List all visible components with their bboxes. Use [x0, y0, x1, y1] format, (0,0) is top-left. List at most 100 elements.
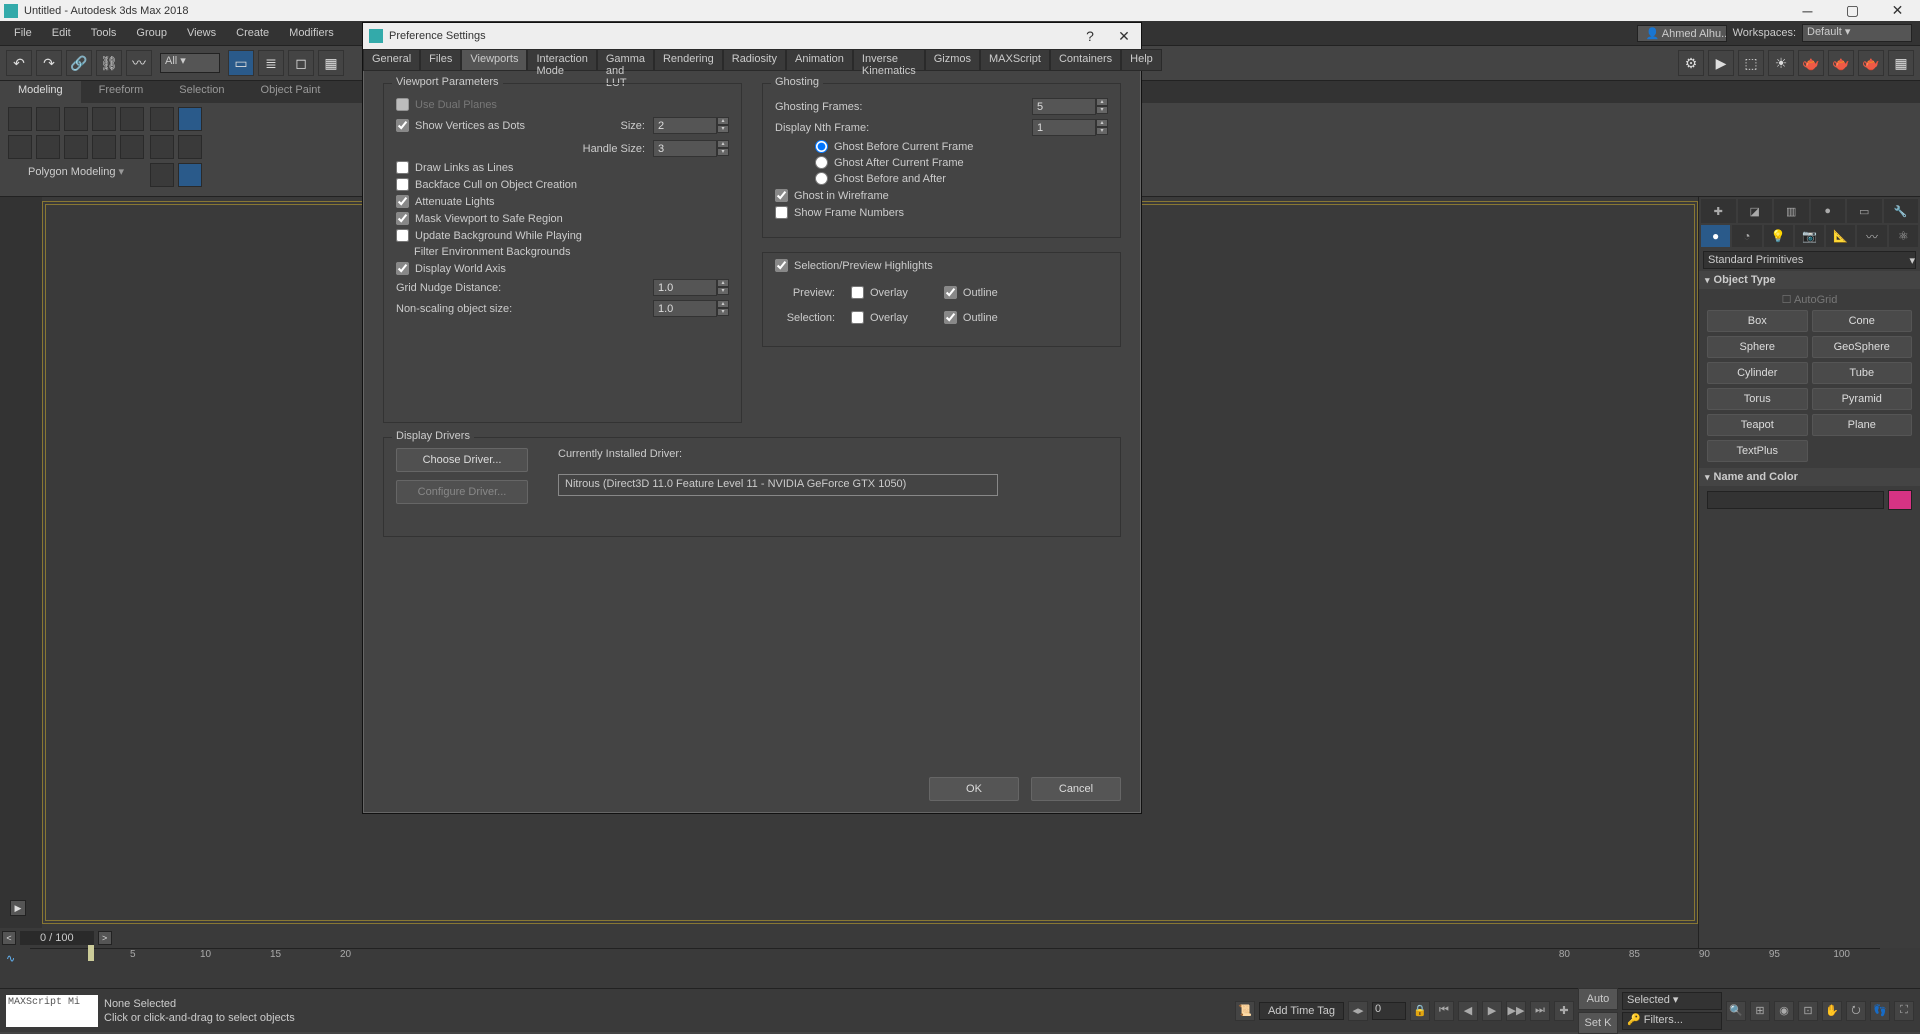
ribbon-btn-9[interactable] [92, 135, 116, 159]
cmd-sub-systems[interactable]: ⚛ [1889, 225, 1918, 247]
ribbon-btn-10[interactable] [120, 135, 144, 159]
menu-tools[interactable]: Tools [81, 24, 127, 42]
next-frame-button[interactable]: ▶▶ [1506, 1001, 1526, 1021]
chk-mask-viewport[interactable]: Mask Viewport to Safe Region [396, 212, 729, 225]
play-button[interactable]: ▶ [1482, 1001, 1502, 1021]
nav-zoom-ext-icon[interactable]: ⊡ [1798, 1001, 1818, 1021]
obj-btn-tube[interactable]: Tube [1812, 362, 1913, 384]
ribbon-side-6[interactable] [178, 163, 202, 187]
track-left-button[interactable]: < [2, 931, 16, 945]
nav-max-icon[interactable]: ⛶ [1894, 1001, 1914, 1021]
nonscaling-spinner[interactable]: ▴▾ [653, 300, 729, 317]
timeline-ruler[interactable]: 5 10 15 20 80 85 90 95 100 [30, 948, 1880, 970]
dlg-tab-viewports[interactable]: Viewports [461, 49, 527, 71]
cmd-tab-create[interactable]: ✚ [1701, 199, 1736, 223]
chk-show-frame-nums[interactable]: Show Frame Numbers [775, 206, 1108, 219]
ribbon-btn-2[interactable] [36, 107, 60, 131]
chk-show-vertices[interactable]: Show Vertices as Dots [396, 119, 613, 132]
timeline-wave-icon[interactable]: ∿ [6, 952, 20, 966]
obj-btn-cone[interactable]: Cone [1812, 310, 1913, 332]
select-by-name-button[interactable]: ≣ [258, 50, 284, 76]
autogrid-checkbox[interactable]: ☐ AutoGrid [1699, 289, 1920, 310]
nav-zoom-icon[interactable]: 🔍 [1726, 1001, 1746, 1021]
toolbar-icon-1[interactable]: ⬚ [1738, 50, 1764, 76]
rollout-name-color[interactable]: Name and Color [1699, 468, 1920, 486]
current-frame-input[interactable]: 0 [1372, 1002, 1406, 1020]
nav-zoom-all-icon[interactable]: ⊞ [1750, 1001, 1770, 1021]
ribbon-group-label[interactable]: Polygon Modeling [8, 163, 144, 178]
radio-ghost-both[interactable]: Ghost Before and After [815, 172, 1108, 185]
chk-filter-env[interactable]: Filter Environment Backgrounds [414, 246, 729, 258]
dialog-help-button[interactable]: ? [1073, 23, 1107, 49]
ribbon-btn-3[interactable] [64, 107, 88, 131]
ribbon-btn-7[interactable] [36, 135, 60, 159]
timeline-slider[interactable] [88, 945, 94, 961]
chk-preview-outline[interactable]: Outline [944, 286, 998, 299]
nav-walk-icon[interactable]: 👣 [1870, 1001, 1890, 1021]
ribbon-side-4[interactable] [178, 135, 202, 159]
menu-modifiers[interactable]: Modifiers [279, 24, 344, 42]
object-color-swatch[interactable] [1888, 490, 1912, 510]
prev-frame-button[interactable]: ◀ [1458, 1001, 1478, 1021]
dlg-tab-gamma[interactable]: Gamma and LUT [597, 49, 654, 71]
chk-selection-highlights[interactable]: Selection/Preview Highlights [775, 259, 1108, 272]
set-key-button[interactable]: Set K [1578, 1012, 1618, 1034]
obj-btn-plane[interactable]: Plane [1812, 414, 1913, 436]
render-setup-button[interactable]: ⚙ [1678, 50, 1704, 76]
nav-orbit-icon[interactable]: ⭮ [1846, 1001, 1866, 1021]
chk-world-axis[interactable]: Display World Axis [396, 262, 729, 275]
cmd-sub-helpers[interactable]: 📐 [1826, 225, 1855, 247]
teapot-icon-1[interactable]: 🫖 [1798, 50, 1824, 76]
add-time-tag-button[interactable]: Add Time Tag [1259, 1002, 1344, 1020]
rollout-object-type[interactable]: Object Type [1699, 271, 1920, 289]
user-badge[interactable]: 👤 Ahmed Alhu... [1637, 25, 1727, 42]
obj-btn-teapot[interactable]: Teapot [1707, 414, 1808, 436]
cmd-tab-motion[interactable]: ● [1811, 199, 1846, 223]
chk-selection-outline[interactable]: Outline [944, 311, 998, 324]
ribbon-side-1[interactable] [150, 107, 174, 131]
dlg-tab-interaction[interactable]: Interaction Mode [527, 49, 596, 71]
dlg-tab-animation[interactable]: Animation [786, 49, 853, 71]
dlg-tab-gizmos[interactable]: Gizmos [925, 49, 980, 71]
cmd-sub-spacewarps[interactable]: 〰 [1857, 225, 1886, 247]
chk-update-bg[interactable]: Update Background While Playing [396, 229, 729, 242]
cmd-sub-cameras[interactable]: 📷 [1795, 225, 1824, 247]
ghosting-frames-spinner[interactable]: ▴▾ [1032, 98, 1108, 115]
obj-btn-box[interactable]: Box [1707, 310, 1808, 332]
maxscript-listener[interactable]: MAXScript Mi [6, 995, 98, 1027]
ribbon-tab-selection[interactable]: Selection [161, 81, 242, 103]
window-maximize-button[interactable]: ▢ [1830, 0, 1875, 21]
lock-icon[interactable]: 🔒 [1410, 1001, 1430, 1021]
key-filter-selected[interactable]: Selected ▾ [1622, 992, 1722, 1010]
chk-selection-overlay[interactable]: Overlay [851, 311, 908, 324]
menu-file[interactable]: File [4, 24, 42, 42]
dlg-tab-maxscript[interactable]: MAXScript [980, 49, 1050, 71]
ribbon-btn-1[interactable] [8, 107, 32, 131]
dlg-tab-rendering[interactable]: Rendering [654, 49, 723, 71]
configure-driver-button[interactable]: Configure Driver... [396, 480, 528, 504]
obj-btn-sphere[interactable]: Sphere [1707, 336, 1808, 358]
choose-driver-button[interactable]: Choose Driver... [396, 448, 528, 472]
obj-btn-cylinder[interactable]: Cylinder [1707, 362, 1808, 384]
ribbon-btn-4[interactable] [92, 107, 116, 131]
chk-draw-links[interactable]: Draw Links as Lines [396, 161, 729, 174]
radio-ghost-after[interactable]: Ghost After Current Frame [815, 156, 1108, 169]
undo-button[interactable]: ↶ [6, 50, 32, 76]
dialog-close-button[interactable]: ✕ [1107, 23, 1141, 49]
dlg-tab-ik[interactable]: Inverse Kinematics [853, 49, 925, 71]
timeline[interactable]: ∿ 5 10 15 20 80 85 90 95 100 [0, 948, 1920, 988]
ribbon-tab-objectpaint[interactable]: Object Paint [243, 81, 339, 103]
handle-size-spinner[interactable]: ▴▾ [653, 140, 729, 157]
redo-button[interactable]: ↷ [36, 50, 62, 76]
size-spinner[interactable]: ▴▾ [653, 117, 729, 134]
dlg-tab-general[interactable]: General [363, 49, 420, 71]
ribbon-btn-5[interactable] [120, 107, 144, 131]
link-button[interactable]: 🔗 [66, 50, 92, 76]
nav-fov-icon[interactable]: ◉ [1774, 1001, 1794, 1021]
dlg-tab-help[interactable]: Help [1121, 49, 1162, 71]
dlg-tab-containers[interactable]: Containers [1050, 49, 1121, 71]
cmd-sub-geometry[interactable]: ● [1701, 225, 1730, 247]
goto-end-button[interactable]: ⏭ [1530, 1001, 1550, 1021]
ribbon-side-5[interactable] [150, 163, 174, 187]
chk-attenuate-lights[interactable]: Attenuate Lights [396, 195, 729, 208]
